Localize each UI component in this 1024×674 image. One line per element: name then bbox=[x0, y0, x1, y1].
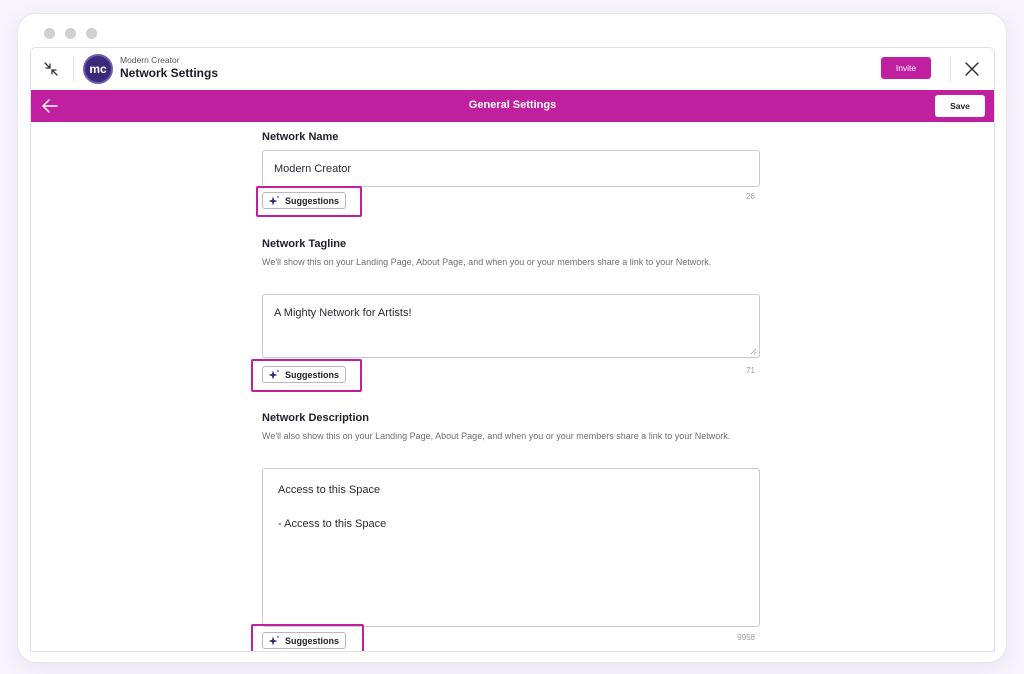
divider bbox=[73, 56, 74, 82]
network-description-input[interactable]: Access to this Space - Access to this Sp… bbox=[262, 468, 760, 627]
network-tagline-label: Network Tagline bbox=[262, 238, 347, 250]
tagline-char-counter: 71 bbox=[746, 366, 755, 375]
name-char-counter: 26 bbox=[746, 192, 755, 201]
suggestions-label: Suggestions bbox=[285, 635, 340, 646]
window-dot-minimize[interactable] bbox=[65, 28, 76, 39]
settings-app: mc Modern Creator Network Settings Invit… bbox=[30, 47, 995, 652]
settings-header-bar: General Settings Save bbox=[31, 90, 994, 122]
collapse-icon bbox=[44, 62, 58, 76]
network-tagline-input[interactable]: A Mighty Network for Artists! bbox=[262, 294, 760, 358]
tagline-value: A Mighty Network for Artists! bbox=[274, 307, 412, 319]
invite-button[interactable]: Invite bbox=[881, 57, 931, 79]
suggestions-label: Suggestions bbox=[285, 369, 340, 380]
save-button[interactable]: Save bbox=[935, 95, 985, 117]
window-controls bbox=[44, 28, 97, 39]
close-icon bbox=[965, 62, 979, 76]
sparkle-icon bbox=[268, 369, 280, 379]
close-button[interactable] bbox=[963, 60, 981, 78]
description-char-counter: 9958 bbox=[737, 633, 755, 642]
description-suggestions-button[interactable]: Suggestions bbox=[262, 632, 347, 649]
top-bar: mc Modern Creator Network Settings Invit… bbox=[31, 48, 994, 90]
network-logo: mc bbox=[83, 54, 113, 84]
network-tagline-help: We'll show this on your Landing Page, Ab… bbox=[262, 257, 712, 267]
network-description-help: We'll also show this on your Landing Pag… bbox=[262, 431, 731, 441]
resize-grip-icon[interactable] bbox=[750, 348, 757, 355]
network-name-input[interactable]: Modern Creator bbox=[262, 150, 760, 187]
sparkle-icon bbox=[268, 195, 280, 205]
window-dot-maximize[interactable] bbox=[86, 28, 97, 39]
page-title: Network Settings bbox=[120, 66, 219, 80]
network-description-label: Network Description bbox=[262, 412, 369, 424]
window-dot-close[interactable] bbox=[44, 28, 55, 39]
divider bbox=[950, 56, 951, 82]
collapse-button[interactable] bbox=[41, 59, 61, 79]
network-name-label: Network Name bbox=[262, 131, 339, 143]
suggestions-label: Suggestions bbox=[285, 195, 340, 206]
name-suggestions-button[interactable]: Suggestions bbox=[262, 192, 347, 209]
brand-subtitle: Modern Creator bbox=[120, 55, 180, 65]
tagline-suggestions-button[interactable]: Suggestions bbox=[262, 366, 347, 383]
sparkle-icon bbox=[268, 635, 280, 645]
section-title: General Settings bbox=[468, 99, 557, 111]
